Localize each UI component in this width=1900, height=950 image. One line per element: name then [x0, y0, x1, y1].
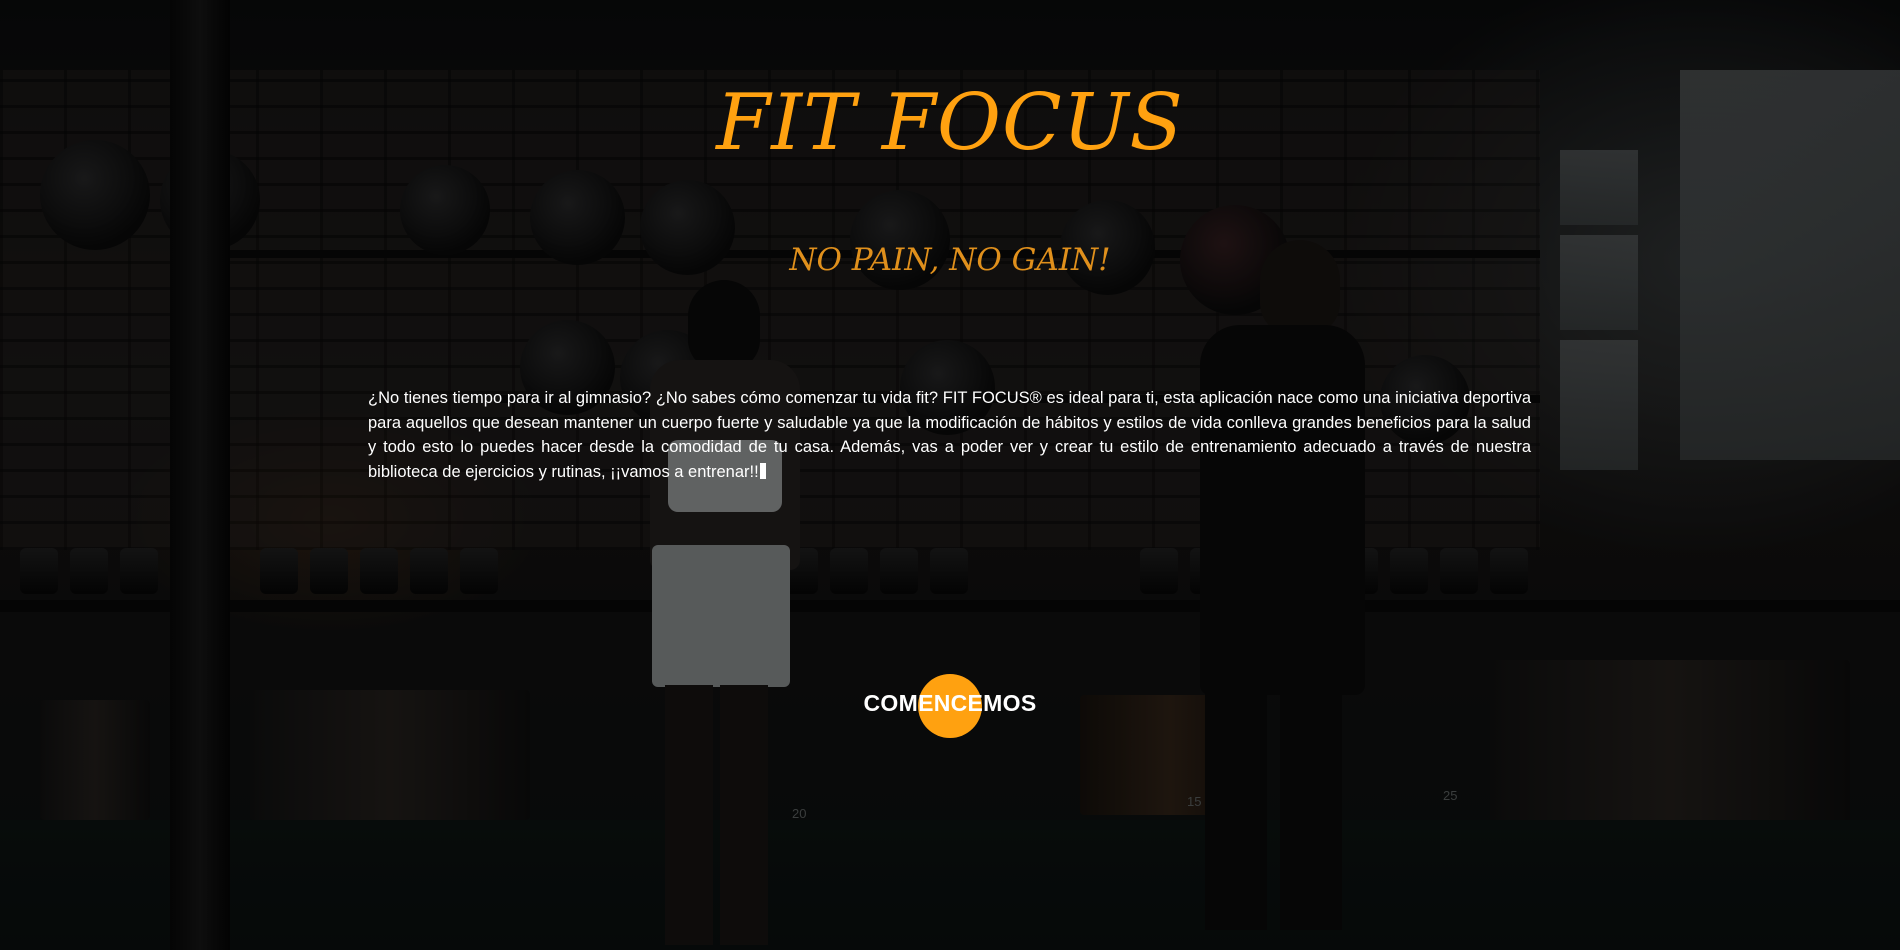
tagline: NO PAIN, NO GAIN! [789, 242, 1111, 278]
site-title: FIT FOCUS [716, 78, 1184, 168]
start-button[interactable]: COMENCEMOS [858, 674, 1042, 738]
intro-paragraph: ¿No tienes tiempo para ir al gimnasio? ¿… [368, 386, 1531, 484]
start-button-label: COMENCEMOS [863, 690, 1037, 716]
hero-section: 20 15 25 FIT FOCUS NO PAIN, NO GAIN! ¿No… [0, 0, 1900, 950]
text-cursor [759, 462, 766, 479]
hero-content: FIT FOCUS NO PAIN, NO GAIN! ¿No tienes t… [0, 0, 1900, 950]
intro-text: ¿No tienes tiempo para ir al gimnasio? ¿… [368, 389, 1531, 481]
